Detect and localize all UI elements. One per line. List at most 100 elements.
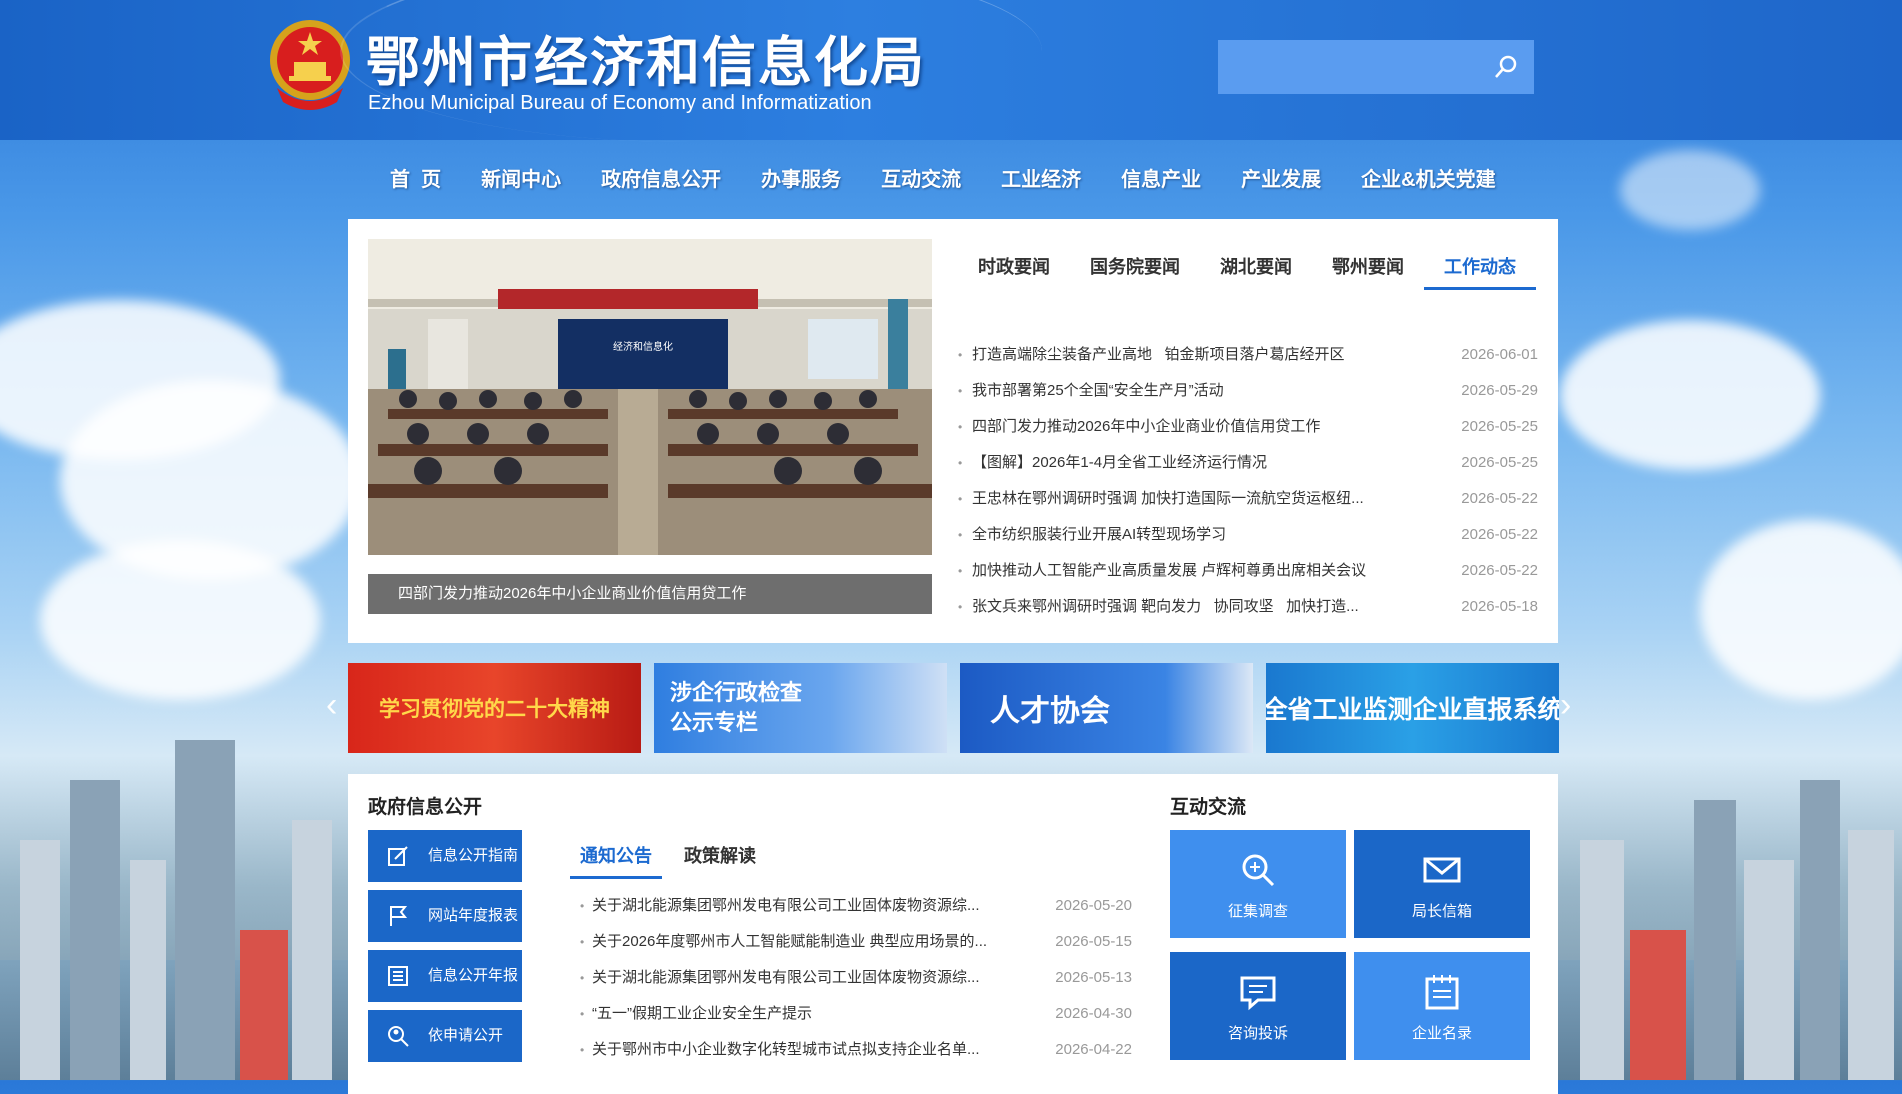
nav-industrial-economy[interactable]: 工业经济: [981, 160, 1101, 200]
banner-text: 学习贯彻党的二十大精神: [379, 698, 610, 721]
enterprise-directory-tile[interactable]: 企业名录: [1354, 952, 1530, 1060]
news-title: 加快推动人工智能产业高质量发展 卢辉柯尊勇出席相关会议: [972, 562, 1367, 579]
news-date: 2026-05-29: [1461, 382, 1538, 399]
list-item[interactable]: 王忠林在鄂州调研时强调 加快打造国际一流航空货运枢纽... 2026-05-22: [958, 481, 1538, 517]
meeting-banner-text: 经济和信息化: [613, 340, 673, 353]
annual-disclosure-report-button[interactable]: 信息公开年报: [368, 950, 522, 1002]
notice-date: 2026-05-13: [1055, 969, 1132, 986]
news-tabs: 时政要闻 国务院要闻 湖北要闻 鄂州要闻 工作动态: [958, 247, 1536, 290]
tile-label: 征集调查: [1227, 903, 1288, 920]
document-icon: [388, 966, 408, 986]
flag-icon: [390, 906, 408, 926]
news-title: 四部门发力推动2026年中小企业商业价值信用贷工作: [972, 418, 1321, 435]
notice-title: “五一”假期工业企业安全生产提示: [592, 1005, 812, 1022]
consult-complaint-tile[interactable]: 咨询投诉: [1170, 952, 1346, 1060]
carousel-next-arrow[interactable]: ›: [1560, 686, 1571, 725]
info-disclosure-guide-button[interactable]: 信息公开指南: [368, 830, 522, 882]
tile-label: 咨询投诉: [1227, 1025, 1288, 1042]
slide-caption[interactable]: 四部门发力推动2026年中小企业商业价值信用贷工作: [368, 574, 932, 614]
director-mailbox-tile[interactable]: 局长信箱: [1354, 830, 1530, 938]
section-title-interaction: 互动交流: [1170, 797, 1247, 818]
news-date: 2026-05-25: [1461, 454, 1538, 471]
button-label: 依申请公开: [428, 1027, 504, 1044]
list-item[interactable]: 关于2026年度鄂州市人工智能赋能制造业 典型应用场景的... 2026-05-1…: [580, 924, 1132, 960]
list-item[interactable]: 打造高端除尘装备产业高地 铂金斯项目落户葛店经开区 2026-06-01: [958, 337, 1538, 373]
nav-industry-development[interactable]: 产业发展: [1221, 160, 1341, 200]
site-subtitle: Ezhou Municipal Bureau of Economy and In…: [368, 92, 872, 114]
notice-title: 关于2026年度鄂州市人工智能赋能制造业 典型应用场景的...: [592, 933, 988, 950]
button-label: 网站年度报表: [428, 907, 519, 924]
list-item[interactable]: 张文兵来鄂州调研时强调 靶向发力 协同攻坚 加快打造... 2026-05-18: [958, 589, 1538, 625]
tile-label: 企业名录: [1411, 1025, 1472, 1042]
list-item[interactable]: 全市纺织服装行业开展AI转型现场学习 2026-05-22: [958, 517, 1538, 553]
search-person-icon: [388, 1026, 409, 1047]
nav-party-building[interactable]: 企业&机关党建: [1341, 160, 1515, 200]
tab-hubei-news[interactable]: 湖北要闻: [1200, 247, 1312, 287]
list-item[interactable]: 【图解】2026年1-4月全省工业经济运行情况 2026-05-25: [958, 445, 1538, 481]
tab-state-council[interactable]: 国务院要闻: [1070, 247, 1200, 287]
search-input[interactable]: [1218, 40, 1468, 94]
news-date: 2026-05-22: [1461, 562, 1538, 579]
tab-policy-interpretation[interactable]: 政策解读: [674, 836, 766, 876]
nav-news-center[interactable]: 新闻中心: [461, 160, 581, 200]
banner-inspection[interactable]: 涉企行政检查 公示专栏: [654, 663, 947, 753]
national-emblem-icon: [270, 20, 350, 110]
notice-title: 关于湖北能源集团鄂州发电有限公司工业固体废物资源综...: [592, 897, 980, 914]
news-title: 打造高端除尘装备产业高地 铂金斯项目落户葛店经开区: [972, 346, 1345, 363]
tab-notices[interactable]: 通知公告: [570, 836, 662, 879]
annual-website-report-button[interactable]: 网站年度报表: [368, 890, 522, 942]
notice-title: 关于鄂州市中小企业数字化转型城市试点拟支持企业名单...: [592, 1041, 980, 1058]
news-title: 王忠林在鄂州调研时强调 加快打造国际一流航空货运枢纽...: [972, 490, 1364, 507]
notice-list: 关于湖北能源集团鄂州发电有限公司工业固体废物资源综... 2026-05-20 关…: [580, 888, 1132, 1068]
news-slide-image[interactable]: 经济和信息化: [368, 239, 932, 555]
nav-interaction[interactable]: 互动交流: [861, 160, 981, 200]
list-item[interactable]: 关于鄂州市中小企业数字化转型城市试点拟支持企业名单... 2026-04-22: [580, 1032, 1132, 1068]
news-date: 2026-05-22: [1461, 490, 1538, 507]
news-title: 全市纺织服装行业开展AI转型现场学习: [972, 526, 1227, 543]
chat-icon: [1240, 976, 1276, 1011]
nav-gov-info[interactable]: 政府信息公开: [581, 160, 741, 200]
notice-date: 2026-05-20: [1055, 897, 1132, 914]
site-title: 鄂州市经济和信息化局: [366, 33, 926, 93]
search-icon[interactable]: [1492, 53, 1520, 81]
nav-home[interactable]: 首 页: [370, 160, 461, 200]
notice-date: 2026-05-15: [1055, 933, 1132, 950]
news-date: 2026-05-22: [1461, 526, 1538, 543]
disclosure-on-request-button[interactable]: 依申请公开: [368, 1010, 522, 1062]
tab-ezhou-news[interactable]: 鄂州要闻: [1312, 247, 1424, 287]
main-nav: 首 页 新闻中心 政府信息公开 办事服务 互动交流 工业经济 信息产业 产业发展…: [370, 160, 1516, 200]
news-list: 打造高端除尘装备产业高地 铂金斯项目落户葛店经开区 2026-06-01 我市部署…: [958, 337, 1538, 625]
banner-talent[interactable]: 人才协会: [960, 663, 1253, 753]
banner-text: 涉企行政检查 公示专栏: [670, 680, 803, 735]
site-header: 鄂州市经济和信息化局 Ezhou Municipal Bureau of Eco…: [0, 0, 1902, 142]
notebook-icon: [1425, 975, 1459, 1010]
mail-icon: [1423, 857, 1461, 883]
notice-date: 2026-04-22: [1055, 1041, 1132, 1058]
list-item[interactable]: 加快推动人工智能产业高质量发展 卢辉柯尊勇出席相关会议 2026-05-22: [958, 553, 1538, 589]
notice-title: 关于湖北能源集团鄂州发电有限公司工业固体废物资源综...: [592, 969, 980, 986]
news-panel: 经济和信息化 四部门发力推动2026年中小企业商业价值信用贷工作 时政要闻 国务…: [348, 219, 1558, 643]
tab-current-affairs[interactable]: 时政要闻: [958, 247, 1070, 287]
list-item[interactable]: “五一”假期工业企业安全生产提示 2026-04-30: [580, 996, 1132, 1032]
button-label: 信息公开指南: [428, 847, 519, 864]
banner-monitoring[interactable]: 全省工业监测企业直报系统: [1266, 663, 1559, 753]
list-item[interactable]: 关于湖北能源集团鄂州发电有限公司工业固体废物资源综... 2026-05-20: [580, 888, 1132, 924]
list-item[interactable]: 四部门发力推动2026年中小企业商业价值信用贷工作 2026-05-25: [958, 409, 1538, 445]
meeting-photo: 经济和信息化: [368, 239, 932, 555]
nav-services[interactable]: 办事服务: [741, 160, 861, 200]
news-title: 我市部署第25个全国“安全生产月”活动: [972, 382, 1224, 399]
list-item[interactable]: 我市部署第25个全国“安全生产月”活动 2026-05-29: [958, 373, 1538, 409]
list-item[interactable]: 关于湖北能源集团鄂州发电有限公司工业固体废物资源综... 2026-05-13: [580, 960, 1132, 996]
news-date: 2026-05-18: [1461, 598, 1538, 615]
banner-carousel: 学习贯彻党的二十大精神 涉企行政检查 公示专栏 人才协会 全省工业监测企业直报系…: [348, 663, 1559, 753]
button-label: 信息公开年报: [428, 967, 519, 984]
edit-icon: [388, 846, 408, 866]
carousel-prev-arrow[interactable]: ‹: [326, 686, 337, 725]
news-title: 张文兵来鄂州调研时强调 靶向发力 协同攻坚 加快打造...: [972, 598, 1359, 615]
survey-tile[interactable]: 征集调查: [1170, 830, 1346, 938]
banner-party-spirit[interactable]: 学习贯彻党的二十大精神: [348, 663, 641, 753]
news-date: 2026-05-25: [1461, 418, 1538, 435]
banner-text: 全省工业监测企业直报系统: [1266, 696, 1559, 724]
nav-info-industry[interactable]: 信息产业: [1101, 160, 1221, 200]
tab-work-updates[interactable]: 工作动态: [1424, 247, 1536, 290]
